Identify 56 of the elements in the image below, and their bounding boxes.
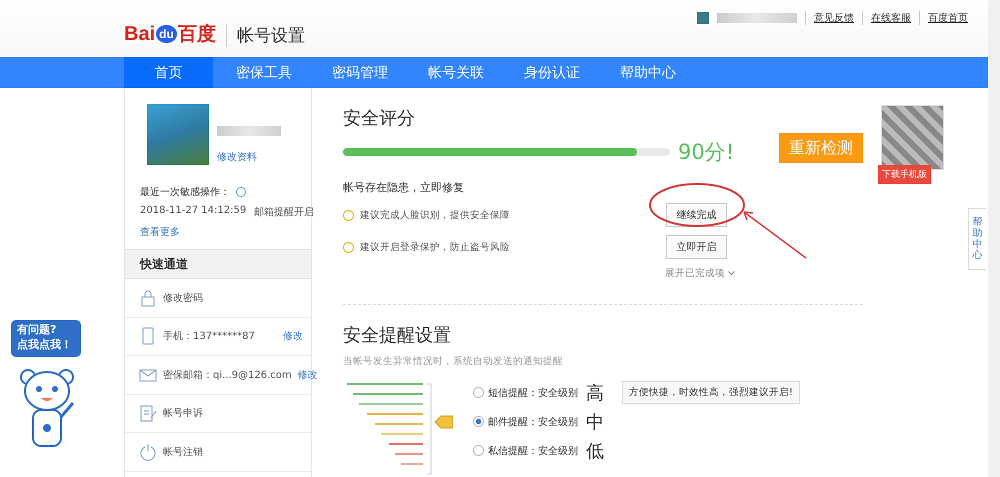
reminder-option-label: 邮件提醒：安全级别 — [488, 416, 578, 428]
header-link[interactable]: 百度首页 — [919, 11, 968, 25]
edit-profile-link[interactable]: 修改资料 — [217, 150, 281, 164]
tooltip: 方便快捷，时效性高，强烈建议开启! — [622, 381, 800, 404]
action-button[interactable]: 继续完成 — [666, 203, 727, 227]
quick-access-item[interactable]: 修改密码 — [163, 290, 303, 305]
expand-completed-link[interactable]: 展开已完成项 — [665, 267, 965, 280]
radio-button[interactable] — [473, 445, 484, 456]
score-value: 90分! — [678, 139, 734, 166]
nav-tab[interactable]: 帮助中心 — [597, 57, 693, 88]
radio-button[interactable] — [473, 387, 484, 398]
security-grade: 低 — [586, 440, 604, 462]
power-icon — [139, 442, 157, 461]
view-more-link[interactable]: 查看更多 — [140, 225, 311, 239]
reminder-option-label: 短信提醒：安全级别 — [488, 386, 578, 400]
radio-button[interactable] — [473, 416, 484, 427]
chevron-down-icon — [728, 271, 736, 276]
download-app-badge[interactable]: 下载手机版 — [878, 165, 931, 184]
section-title: 安全评分 — [343, 107, 416, 130]
header-link[interactable]: 意见反馈 — [805, 11, 854, 25]
nav-tab[interactable]: 首页 — [124, 57, 213, 88]
nav-tab[interactable]: 帐号关联 — [405, 57, 501, 88]
blurred-username — [217, 126, 281, 136]
operation-action: 邮箱提醒开启 — [254, 206, 314, 219]
action-button[interactable]: 立即开启 — [666, 235, 727, 259]
risk-warning: 帐号存在隐患，立即修复 — [343, 180, 465, 195]
last-operation-label: 最近一次敏感操作： — [140, 186, 230, 199]
quick-access-header: 快速通道 — [125, 249, 311, 279]
suggestion-text: 建议开启登录保护，防止盗号风险 — [360, 240, 510, 254]
help-center-tab[interactable]: 帮助中心 — [968, 208, 986, 270]
section-subtitle: 当帐号发生异常情况时，系统自动发送的通知提醒 — [343, 355, 564, 368]
photo-placeholder — [147, 104, 209, 165]
qr-code-placeholder — [881, 105, 944, 170]
baidu-logo[interactable]: Bai du 百度 — [124, 21, 216, 47]
security-grade: 高 — [586, 382, 604, 404]
page-title: 帐号设置 — [226, 24, 305, 47]
reminder-option-label: 私信提醒：安全级别 — [488, 444, 578, 458]
document-pen-icon — [139, 404, 157, 422]
quick-access-item[interactable]: 帐号注销 — [163, 444, 303, 459]
lock-icon — [139, 288, 157, 307]
nav-tab[interactable]: 密码管理 — [309, 57, 405, 88]
nav-tab[interactable]: 身份认证 — [501, 57, 597, 88]
header-link[interactable]: 在线客服 — [862, 11, 911, 25]
quick-access-item[interactable]: 密保邮箱：qi...9@126.com — [163, 368, 292, 382]
edit-link[interactable]: 修改 — [298, 368, 318, 382]
speech-bubble[interactable]: 有问题? 点我点我！ — [11, 320, 81, 357]
suggestion-text: 建议完成人脸识别，提供安全保障 — [360, 208, 510, 222]
operation-time: 2018-11-27 14:12:59 — [140, 205, 246, 218]
quick-access-item[interactable]: 帐号申诉 — [163, 406, 303, 420]
quick-access-item[interactable]: 手机：137******87 — [163, 329, 277, 344]
edit-link[interactable]: 修改 — [283, 329, 303, 344]
section-title: 安全提醒设置 — [343, 324, 452, 347]
security-grade: 中 — [586, 410, 604, 434]
scrollbar[interactable] — [988, 0, 1000, 477]
user-avatar — [697, 12, 709, 24]
nav-tab[interactable]: 密保工具 — [213, 57, 309, 88]
